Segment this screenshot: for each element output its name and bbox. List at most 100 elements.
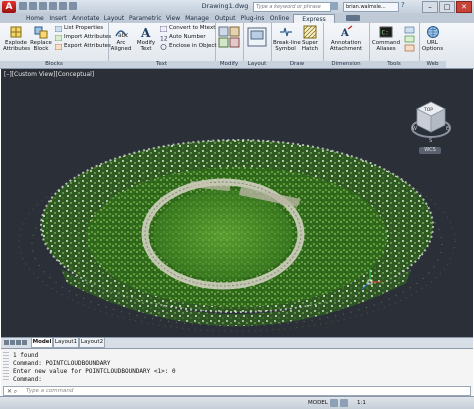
- layout-tab-layout2[interactable]: Layout2: [79, 338, 105, 348]
- list-properties-label: List Properties: [64, 25, 104, 31]
- layout-nav-arrows[interactable]: [4, 340, 27, 345]
- export-icon: [55, 43, 62, 50]
- arc-aligned-button[interactable]: abc Arc Aligned: [109, 25, 133, 52]
- convert-to-mtext-label: Convert to Mtext: [169, 25, 216, 31]
- panel-title-blocks[interactable]: Blocks: [0, 61, 108, 68]
- annotation-attachment-button[interactable]: A Annotation Attachment: [325, 25, 367, 52]
- application-menu-button[interactable]: A: [2, 1, 16, 13]
- tab-insert[interactable]: Insert: [48, 14, 68, 23]
- redo-icon[interactable]: [59, 2, 67, 10]
- import-attributes-button[interactable]: Import Attributes: [55, 34, 111, 41]
- svg-text:abc: abc: [118, 32, 128, 39]
- command-line-grip[interactable]: [3, 352, 9, 382]
- svg-text:C:: C:: [382, 30, 389, 37]
- explode-icon: [10, 26, 22, 38]
- user-signin[interactable]: brian.walmsle...: [343, 2, 399, 12]
- layout-tab-model[interactable]: Model: [31, 338, 53, 348]
- tab-parametric[interactable]: Parametric: [129, 14, 162, 23]
- panel-title-tools[interactable]: Tools: [369, 61, 419, 68]
- undo-icon[interactable]: [49, 2, 57, 10]
- modify-tools-icon[interactable]: [218, 26, 240, 48]
- annotation-attachment-label: Annotation Attachment: [329, 40, 363, 52]
- tab-annotate[interactable]: Annotate: [72, 14, 99, 23]
- enclose-in-object-label: Enclose in Object: [169, 43, 217, 49]
- super-hatch-label: Super Hatch: [301, 40, 319, 52]
- ribbon-minimize-icon[interactable]: [346, 15, 360, 21]
- annotation-scale[interactable]: 1:1: [357, 399, 366, 407]
- tab-manage[interactable]: Manage: [185, 14, 209, 23]
- command-aliases-button[interactable]: C: Command Aliases: [371, 25, 401, 52]
- enclose-in-object-button[interactable]: Enclose in Object: [160, 43, 217, 50]
- plot-icon[interactable]: [69, 2, 77, 10]
- new-icon[interactable]: [19, 2, 27, 10]
- drawing-viewport[interactable]: [–][Custom View][Conceptual] TOP W E S W…: [1, 69, 473, 337]
- minimize-button[interactable]: –: [422, 1, 438, 13]
- panel-title-layout[interactable]: Layout: [243, 61, 271, 68]
- number-icon: 12: [160, 35, 167, 41]
- last-tab-icon[interactable]: [22, 340, 27, 345]
- command-history-line: 1 found: [13, 352, 39, 359]
- panel-title-draw[interactable]: Draw: [271, 61, 323, 68]
- modify-text-icon: A: [140, 26, 151, 39]
- import-attributes-label: Import Attributes: [64, 34, 112, 40]
- title-bar: A Drawing1.dwg Type a keyword or phrase …: [0, 0, 474, 14]
- super-hatch-icon: [303, 25, 317, 39]
- break-line-symbol-button[interactable]: Break-line Symbol: [273, 25, 301, 52]
- model-space-toggle[interactable]: MODEL: [308, 399, 328, 407]
- break-line-icon: [279, 27, 292, 37]
- layout-tab-layout1[interactable]: Layout1: [53, 338, 79, 348]
- convert-to-mtext-button[interactable]: Convert to Mtext: [160, 25, 215, 32]
- mtext-icon: [160, 25, 167, 32]
- maximize-button[interactable]: □: [439, 1, 455, 13]
- panel-text: abc Arc Aligned A Modify Text Convert to…: [108, 23, 217, 68]
- search-input[interactable]: Type a keyword or phrase: [253, 2, 331, 12]
- tools-small-icons[interactable]: [404, 26, 416, 52]
- help-icon[interactable]: ?: [401, 1, 421, 11]
- window-controls: – □ ✕: [422, 1, 472, 13]
- modify-text-button[interactable]: A Modify Text: [135, 25, 157, 52]
- save-icon[interactable]: [39, 2, 47, 10]
- point-cloud-scene: [18, 139, 456, 332]
- tab-output[interactable]: Output: [214, 14, 236, 23]
- tab-plugins[interactable]: Plug-ins: [240, 14, 265, 23]
- panel-blocks: Explode Attributes Replace Block List Pr…: [0, 23, 111, 68]
- command-history-line: Command:: [13, 376, 42, 383]
- replace-block-button[interactable]: Replace Block: [30, 25, 52, 52]
- tab-view[interactable]: View: [165, 14, 181, 23]
- explode-attributes-button[interactable]: Explode Attributes: [3, 25, 31, 52]
- globe-icon: [426, 26, 439, 38]
- url-options-button[interactable]: URL Options: [420, 25, 445, 52]
- binoculars-icon[interactable]: [330, 2, 338, 10]
- panel-title-modify[interactable]: Modify: [215, 61, 243, 68]
- command-line-window: 1 found Command: POINTCLOUDBOUNDARY Ente…: [1, 348, 473, 396]
- first-tab-icon[interactable]: [4, 340, 9, 345]
- tab-online[interactable]: Online: [269, 14, 290, 23]
- close-command-icon[interactable]: ✕ ⌕: [7, 388, 17, 396]
- wcs-menu[interactable]: WCS: [419, 147, 441, 154]
- open-icon[interactable]: [29, 2, 37, 10]
- super-hatch-button[interactable]: Super Hatch: [299, 25, 321, 52]
- panel-title-dimension[interactable]: Dimension: [323, 61, 369, 68]
- grid-icon[interactable]: [330, 399, 338, 407]
- explode-label: Explode Attributes: [3, 40, 31, 52]
- close-button[interactable]: ✕: [456, 1, 472, 13]
- infocenter-icons: [330, 2, 338, 10]
- tab-home[interactable]: Home: [26, 14, 44, 23]
- auto-number-button[interactable]: 12 Auto Number: [160, 34, 206, 41]
- viewport-controls-label[interactable]: [–][Custom View][Conceptual]: [4, 71, 94, 78]
- prev-tab-icon[interactable]: [10, 340, 15, 345]
- url-options-label: URL Options: [421, 40, 444, 52]
- export-attributes-button[interactable]: Export Attributes: [55, 43, 111, 50]
- snap-icon[interactable]: [340, 399, 348, 407]
- viewcube[interactable]: TOP W E S: [409, 94, 453, 146]
- tab-layout[interactable]: Layout: [103, 14, 125, 23]
- panel-title-web[interactable]: Web: [419, 61, 446, 68]
- list-properties-button[interactable]: List Properties: [55, 25, 103, 32]
- panel-draw: Break-line Symbol Super Hatch Draw: [271, 23, 324, 68]
- command-history-line: Enter new value for POINTCLOUDBOUNDARY <…: [13, 368, 176, 375]
- ribbon-panel-area: Explode Attributes Replace Block List Pr…: [0, 23, 474, 69]
- next-tab-icon[interactable]: [16, 340, 21, 345]
- command-input[interactable]: ✕ ⌕ Type a command: [3, 386, 471, 396]
- layout-tools-icon[interactable]: [246, 26, 268, 48]
- panel-title-text[interactable]: Text: [108, 61, 215, 68]
